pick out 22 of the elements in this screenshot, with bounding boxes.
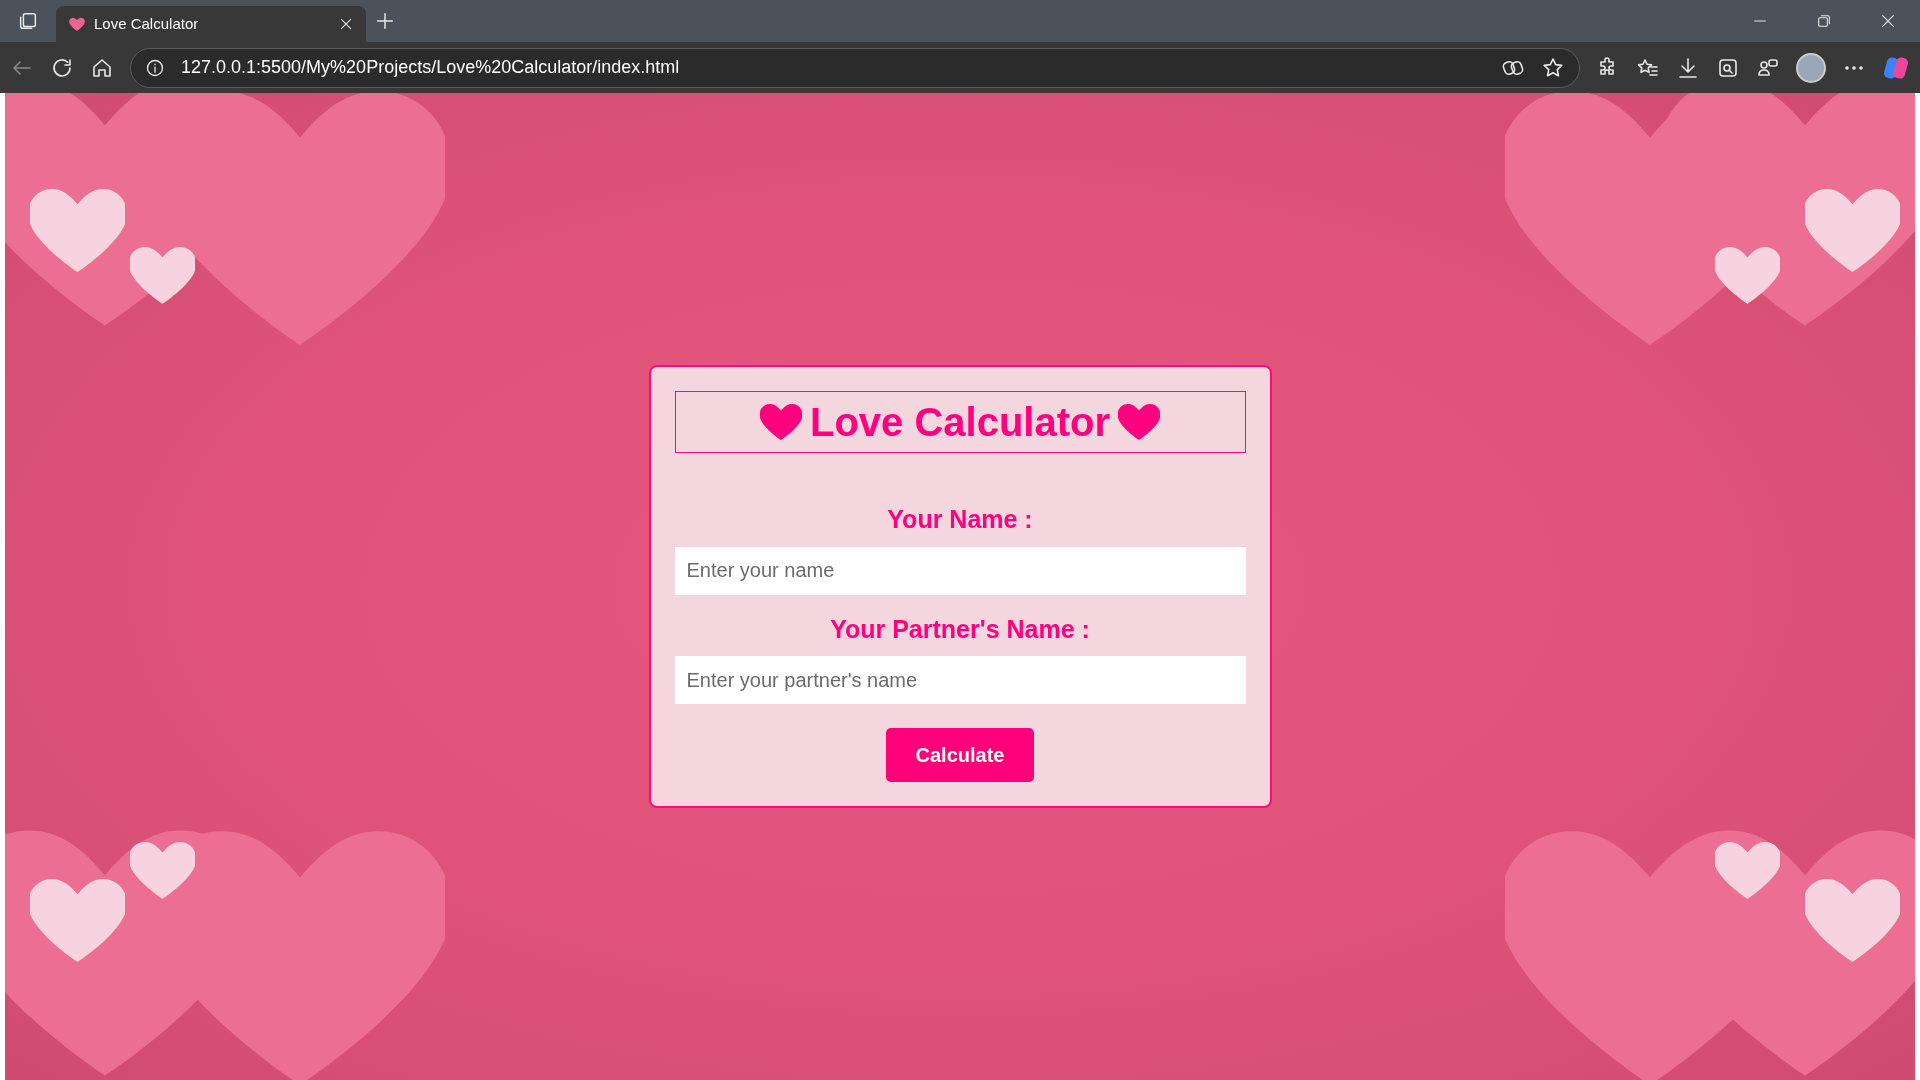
heart-icon [1118,403,1161,441]
browser-tab[interactable]: Love Calculator [56,6,366,42]
restore-icon[interactable] [1816,13,1832,29]
page-title: Love Calculator [809,399,1111,446]
calculate-button[interactable]: Calculate [886,728,1034,782]
tab-actions-icon[interactable] [17,10,39,32]
heart-icon [759,403,802,441]
download-icon[interactable] [1676,55,1700,80]
heart-icon [68,15,86,33]
close-icon[interactable] [1880,13,1896,29]
address-bar[interactable]: 127.0.0.1:5500/My%20Projects/Love%20Calculator/index.html [130,47,1580,88]
name-input-field[interactable]: Enter your name [674,546,1246,595]
close-icon[interactable] [338,16,354,32]
url-text: 127.0.0.1:5500/My%20Projects/Love%20Calculator/index.html [181,56,681,79]
star-icon[interactable] [1541,55,1565,80]
info-icon[interactable] [145,57,165,78]
profile-avatar[interactable] [1796,52,1826,83]
tab-title: Love Calculator [94,13,200,34]
field-label: Your Name : [886,504,1034,535]
new-tab-icon[interactable] [374,10,396,32]
field-label: Your Partner's Name : [829,613,1091,645]
name-input-field[interactable]: Enter your partner's name [674,656,1246,704]
